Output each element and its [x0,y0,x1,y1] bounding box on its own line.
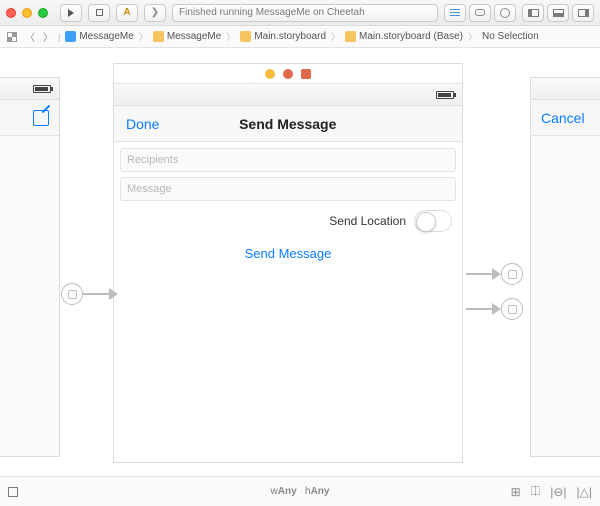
segue-node-icon [501,298,523,320]
scene-header-icons [114,64,462,84]
run-button[interactable] [60,4,82,22]
battery-icon [33,85,51,93]
traffic-lights [6,8,48,18]
forward-button[interactable]: 〉 [40,30,56,44]
status-bar [531,78,600,100]
arrow-right-icon [492,303,501,315]
chevron-icon: 〉 [468,30,477,43]
segue-node-icon [61,283,83,305]
nav-bar [0,100,59,136]
size-class-control[interactable]: wAny hAny [0,486,600,497]
folder-icon [153,31,164,42]
first-responder-icon[interactable] [283,69,293,79]
ib-canvas[interactable]: Done Send Message Recipients Message Sen… [0,48,600,476]
vc-icon[interactable] [265,69,275,79]
nav-done-button[interactable]: Done [126,116,159,132]
size-h: Any [311,486,330,497]
scene-body: Recipients Message Send Location Send Me… [114,142,462,462]
close-window-button[interactable] [6,8,16,18]
crumb-label: Main.storyboard (Base) [359,31,463,42]
breakpoint-button[interactable]: ❯ [144,4,166,22]
activity-status: Finished running MessageMe on Cheetah [172,4,438,22]
compose-icon[interactable] [33,110,49,126]
minimize-window-button[interactable] [22,8,32,18]
segue-left-to-main[interactable] [61,283,118,305]
crumb-label: No Selection [482,31,539,42]
version-editor-button[interactable] [494,4,516,22]
segue-line [466,273,492,275]
toggle-utilities-button[interactable] [572,4,594,22]
message-field[interactable]: Message [120,177,456,201]
battery-icon [436,91,454,99]
crumb-label: MessageMe [79,31,133,42]
scene-send-message[interactable]: Done Send Message Recipients Message Sen… [113,63,463,463]
arrow-right-icon [109,288,118,300]
stop-icon [96,9,103,16]
chevron-icon: 〉 [139,30,148,43]
exit-icon[interactable] [301,69,311,79]
nav-bar: Cancel [531,100,600,136]
jump-bar: 〈 〉 | MessageMe 〉 MessageMe 〉 Main.story… [0,26,600,48]
storyboard-icon [345,31,356,42]
storyboard-icon [240,31,251,42]
nav-bar: Done Send Message [114,106,462,142]
crumb-folder[interactable]: MessageMe [150,26,224,47]
window-titlebar: A ❯ Finished running MessageMe on Cheeta… [0,0,600,26]
send-location-switch[interactable] [414,210,452,232]
canvas-bottom-bar: wAny hAny ⊞ ⎅ |⊖| |△| [0,476,600,506]
send-location-row: Send Location [120,206,456,236]
assistant-editor-button[interactable] [469,4,491,22]
grid-icon [7,32,17,42]
segue-main-to-right-b[interactable] [466,298,523,320]
scene-left[interactable] [0,77,60,457]
scheme-selector[interactable]: A [116,4,138,22]
status-bar [0,78,59,100]
crumb-label: Main.storyboard [254,31,326,42]
segue-node-icon [501,263,523,285]
crumb-label: MessageMe [167,31,221,42]
nav-cancel-button[interactable]: Cancel [541,110,585,126]
segue-line [83,293,109,295]
send-location-label: Send Location [329,214,406,228]
toggle-debug-button[interactable] [547,4,569,22]
panel-left-icon [528,9,539,17]
chevron-icon: 〉 [226,30,235,43]
link-icon [475,9,485,16]
zoom-window-button[interactable] [38,8,48,18]
recipients-field[interactable]: Recipients [120,148,456,172]
project-icon [65,31,76,42]
panel-bottom-icon [553,9,564,17]
crumb-project[interactable]: MessageMe [62,26,136,47]
crumb-storyboard[interactable]: Main.storyboard [237,26,329,47]
jump-separator: | [58,32,60,42]
status-bar [114,84,462,106]
chevron-icon: 〉 [331,30,340,43]
back-button[interactable]: 〈 [22,30,38,44]
circle-icon [500,8,510,18]
editor-mode-group [444,4,516,22]
play-icon [68,9,74,17]
crumb-selection[interactable]: No Selection [479,26,542,47]
crumb-storyboard-base[interactable]: Main.storyboard (Base) [342,26,466,47]
send-message-button[interactable]: Send Message [120,246,456,261]
arrow-right-icon [492,268,501,280]
stop-button[interactable] [88,4,110,22]
size-w-prefix: w [271,486,278,497]
panel-right-icon [578,9,589,17]
segue-line [466,308,492,310]
size-w: Any [278,486,297,497]
standard-editor-button[interactable] [444,4,466,22]
panel-toggle-group [522,4,594,22]
related-items-button[interactable] [4,30,20,44]
lines-icon [450,9,460,17]
toggle-navigator-button[interactable] [522,4,544,22]
scene-right[interactable]: Cancel [530,77,600,457]
nav-title: Send Message [239,116,336,132]
segue-main-to-right-a[interactable] [466,263,523,285]
